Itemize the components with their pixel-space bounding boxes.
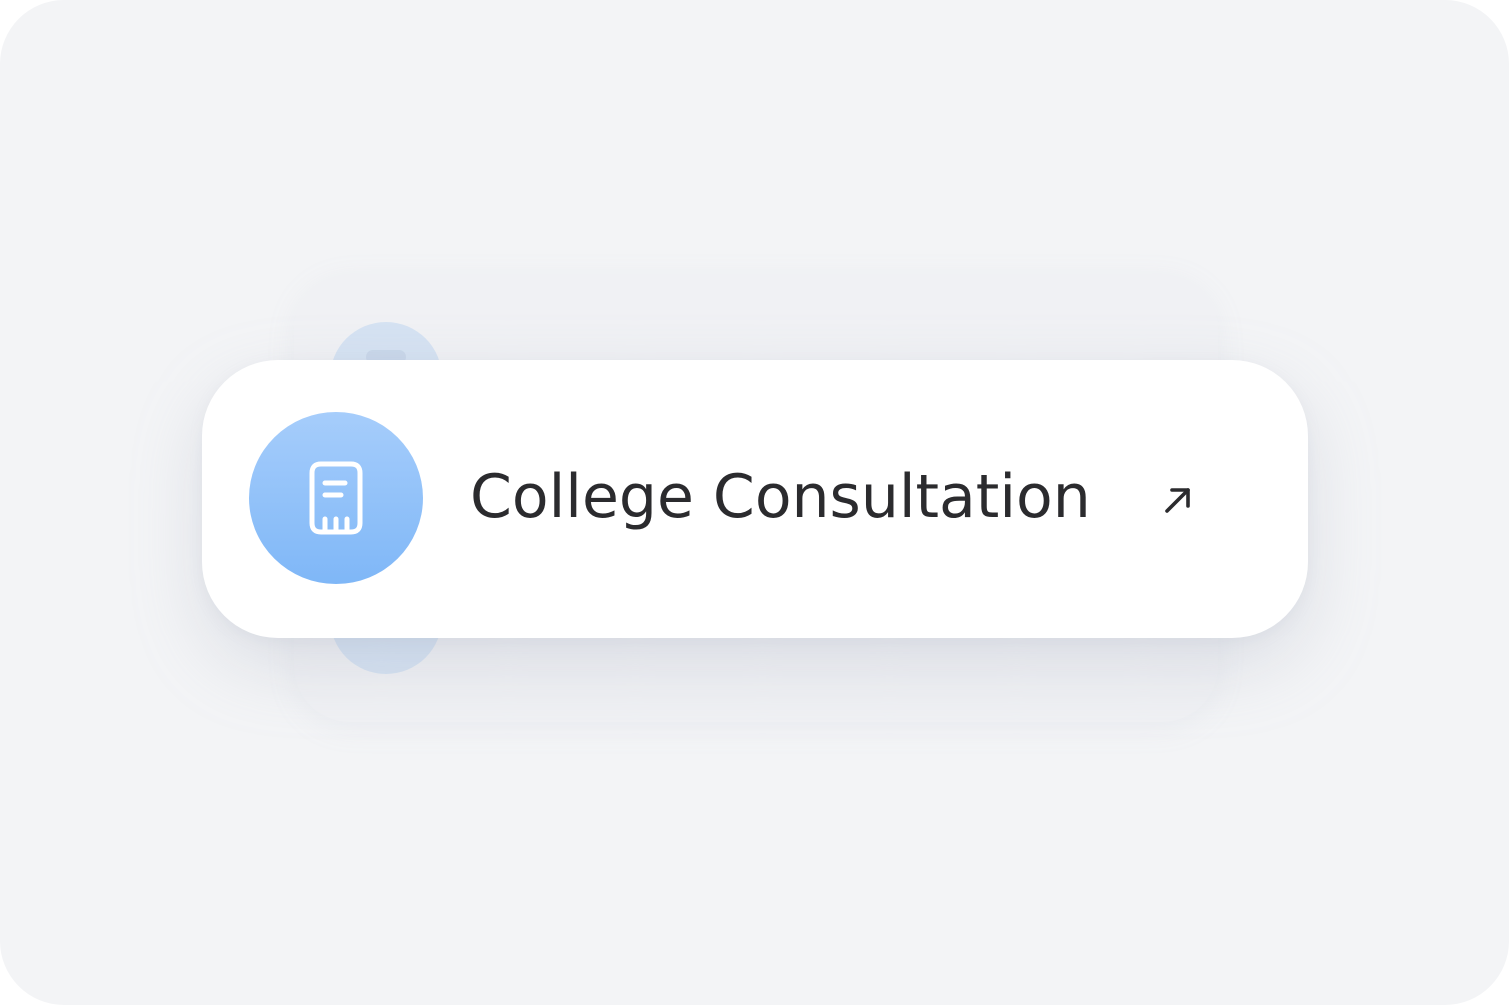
consultation-card[interactable]: College Consultation: [202, 360, 1308, 638]
arrow-up-right-icon[interactable]: [1158, 480, 1198, 520]
canvas-background: College Consultation: [0, 0, 1509, 1005]
card-title: College Consultation: [470, 462, 1091, 532]
document-icon: [309, 461, 363, 535]
icon-badge: [249, 412, 423, 584]
